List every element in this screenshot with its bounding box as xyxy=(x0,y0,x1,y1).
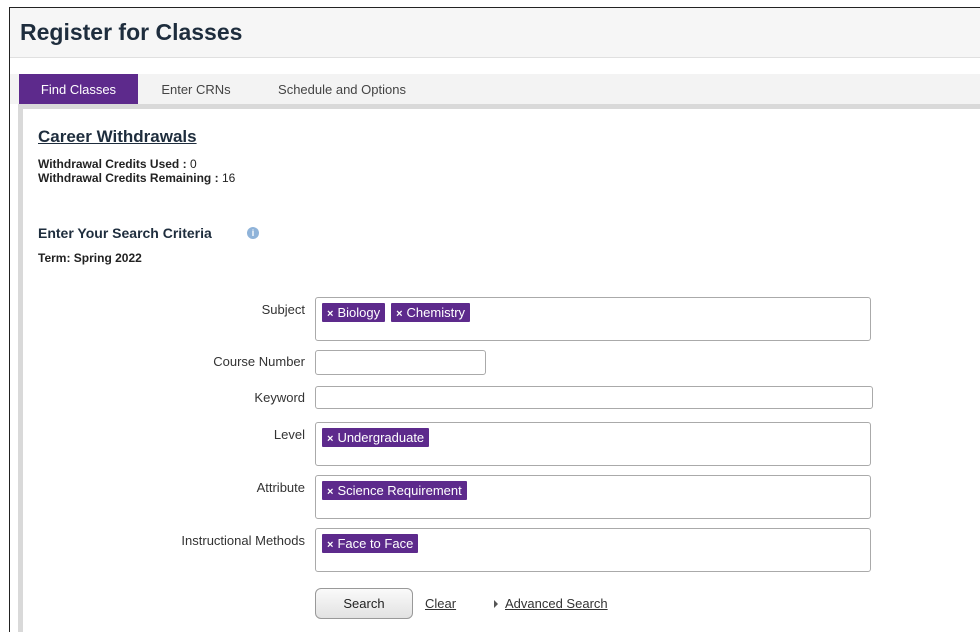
credits-used-value: 0 xyxy=(189,157,197,171)
level-label: Level xyxy=(273,427,305,442)
level-select[interactable]: × Undergraduate xyxy=(315,422,871,466)
panel-content: Career Withdrawals Withdrawal Credits Us… xyxy=(23,109,980,632)
clear-link[interactable]: Clear xyxy=(425,596,456,611)
find-classes-panel: Career Withdrawals Withdrawal Credits Us… xyxy=(18,104,980,632)
attribute-select[interactable]: × Science Requirement xyxy=(315,475,871,519)
instructional-methods-label: Instructional Methods xyxy=(181,533,305,548)
info-icon[interactable]: i xyxy=(247,227,259,239)
course-number-label: Course Number xyxy=(213,354,305,369)
remove-chip-icon[interactable]: × xyxy=(327,433,333,445)
subject-chip-chemistry[interactable]: × Chemistry xyxy=(391,303,471,322)
attribute-chip-science-requirement[interactable]: × Science Requirement xyxy=(322,481,467,500)
remove-chip-icon[interactable]: × xyxy=(327,539,333,551)
attribute-label: Attribute xyxy=(256,480,305,495)
tab-schedule-and-options[interactable]: Schedule and Options xyxy=(262,74,422,104)
remove-chip-icon[interactable]: × xyxy=(327,486,333,498)
tab-enter-crns[interactable]: Enter CRNs xyxy=(146,74,246,104)
course-number-input[interactable] xyxy=(315,350,486,375)
caret-right-icon[interactable] xyxy=(494,600,498,608)
advanced-search-link[interactable]: Advanced Search xyxy=(505,596,608,611)
title-bar: Register for Classes xyxy=(10,8,980,58)
subject-chip-biology[interactable]: × Biology xyxy=(322,303,386,322)
page-title: Register for Classes xyxy=(20,19,243,45)
app-frame: Register for Classes Find Classes Enter … xyxy=(9,7,980,632)
credits-used-label: Withdrawal Credits Used : xyxy=(38,157,187,171)
remove-chip-icon[interactable]: × xyxy=(396,308,402,320)
tab-bar: Find Classes Enter CRNs Schedule and Opt… xyxy=(10,74,980,104)
keyword-input[interactable] xyxy=(315,386,873,409)
keyword-label: Keyword xyxy=(254,390,305,405)
search-button[interactable]: Search xyxy=(315,588,413,619)
career-withdrawals-heading: Career Withdrawals xyxy=(38,127,197,146)
subject-select[interactable]: × Biology × Chemistry xyxy=(315,297,871,341)
credits-remaining-label: Withdrawal Credits Remaining : xyxy=(38,171,219,185)
remove-chip-icon[interactable]: × xyxy=(327,308,333,320)
withdrawal-credits-remaining: Withdrawal Credits Remaining : 16 xyxy=(38,171,235,185)
withdrawal-credits-used: Withdrawal Credits Used : 0 xyxy=(38,157,197,171)
term-label: Term: Spring 2022 xyxy=(38,251,142,265)
instructional-methods-select[interactable]: × Face to Face xyxy=(315,528,871,572)
method-chip-face-to-face[interactable]: × Face to Face xyxy=(322,534,419,553)
credits-remaining-value: 16 xyxy=(221,171,236,185)
level-chip-undergraduate[interactable]: × Undergraduate xyxy=(322,428,430,447)
tab-find-classes[interactable]: Find Classes xyxy=(19,74,138,104)
subject-label: Subject xyxy=(261,302,305,317)
search-criteria-heading: Enter Your Search Criteria xyxy=(38,225,212,241)
